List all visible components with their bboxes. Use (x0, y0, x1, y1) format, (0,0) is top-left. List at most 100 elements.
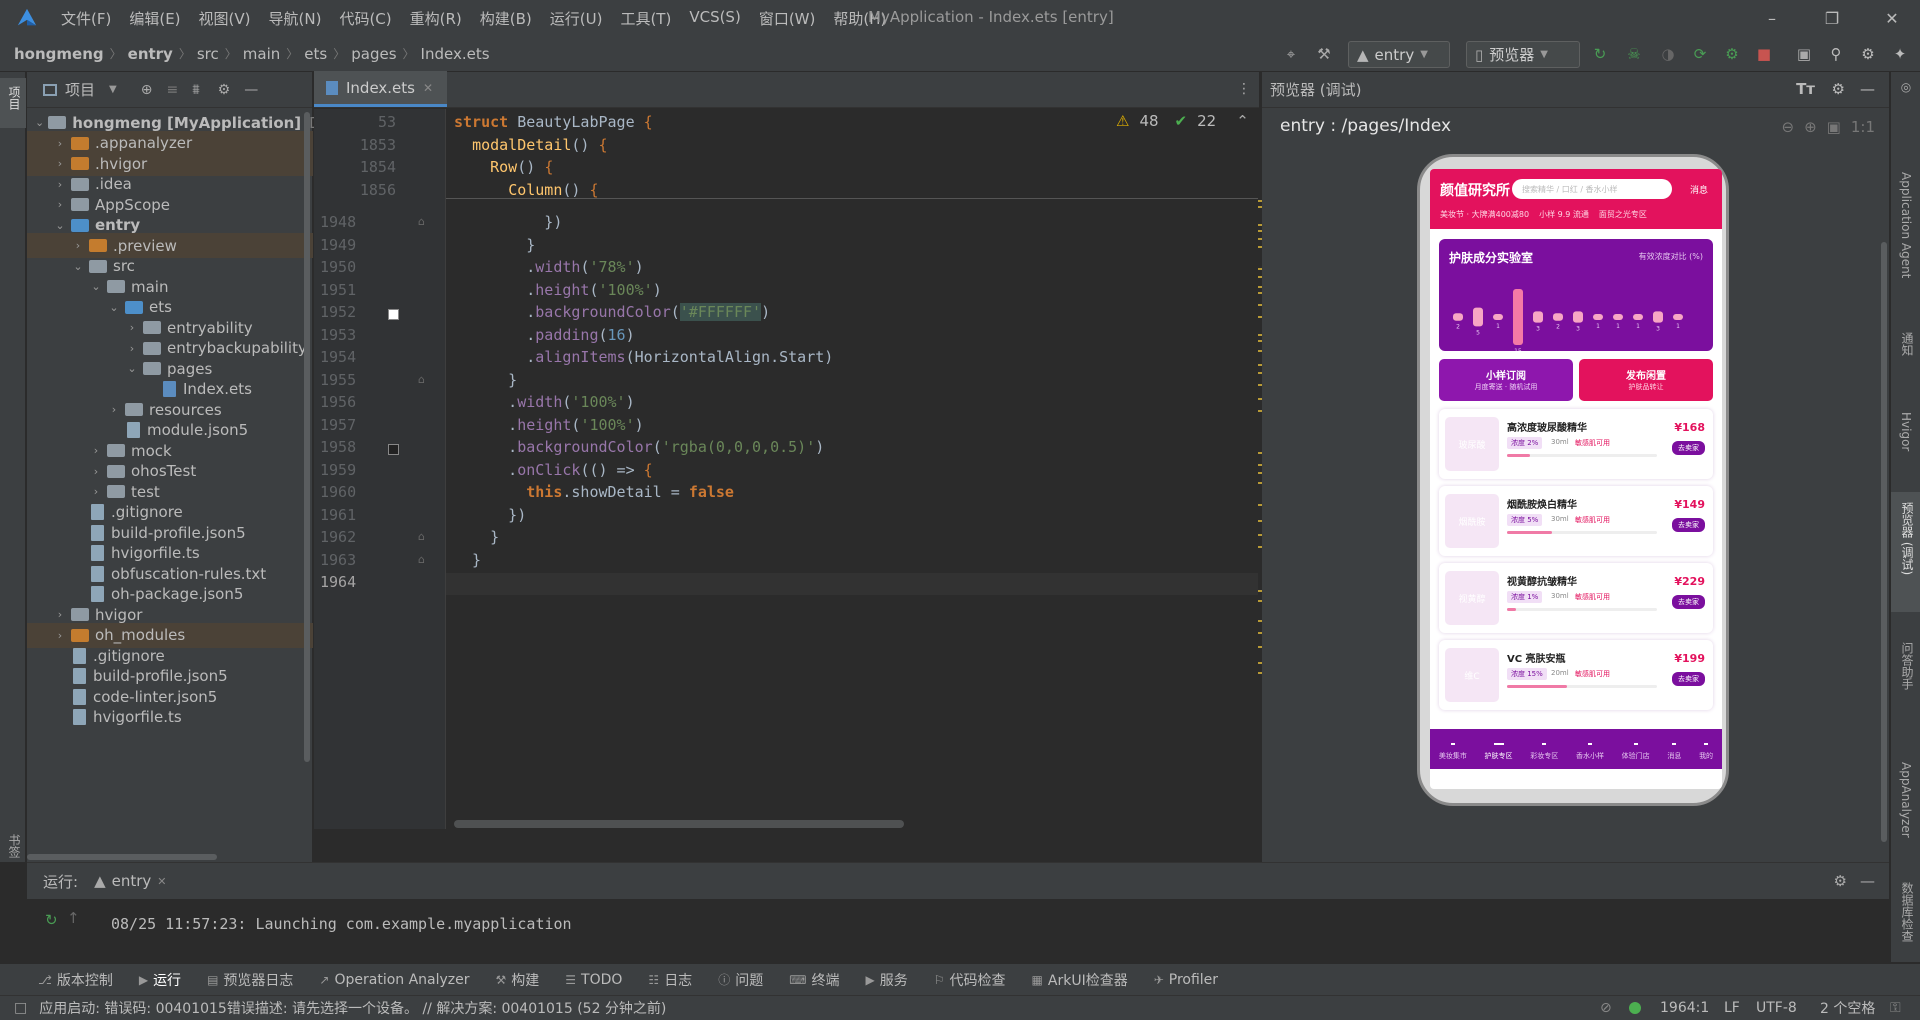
locate-icon[interactable]: ⌖ (1281, 44, 1301, 64)
fold-icon[interactable]: ⌂ (418, 553, 425, 566)
hide-panel-icon[interactable]: — (244, 82, 258, 98)
expand-all-icon[interactable]: ⩩ (192, 82, 199, 98)
code-line[interactable]: modalDetail() { (454, 136, 607, 154)
menu-item[interactable]: 视图(V) (190, 8, 260, 29)
indent-setting[interactable]: 2 个空格 (1820, 998, 1875, 1018)
code-line[interactable]: .backgroundColor('rgba(0,0,0,0.5)') (454, 438, 824, 456)
prev-highlight-icon[interactable]: ⌃ (1236, 112, 1249, 130)
product-card[interactable]: 维C VC 亮肤安瓶 浓度 15% 20ml 敏感肌可用 ¥199 去卖家 (1439, 640, 1713, 710)
file-encoding[interactable]: UTF-8 (1756, 1000, 1797, 1016)
status-message[interactable]: 应用启动: 错误码: 00401015错误描述: 请先选择一个设备。 // 解决… (39, 998, 666, 1018)
product-card[interactable]: 视黄醇 视黄醇抗皱精华 浓度 1% 30ml 敏感肌可用 ¥229 去卖家 (1439, 563, 1713, 633)
fold-icon[interactable]: ⌂ (418, 373, 425, 386)
code-line[interactable]: .onClick(() => { (454, 461, 653, 479)
code-line[interactable]: .height('100%') (454, 281, 661, 299)
one-to-one-icon[interactable]: 1:1 (1851, 118, 1875, 136)
menu-item[interactable]: 导航(N) (260, 8, 331, 29)
breadcrumb-item[interactable]: Index.ets (421, 45, 490, 63)
collapse-all-icon[interactable]: ≡ (166, 82, 178, 98)
code-line[interactable]: .backgroundColor('#FFFFFF') (454, 303, 770, 321)
profile-icon[interactable]: ◑ (1658, 44, 1678, 64)
cursor-position[interactable]: 1964:1 (1660, 1000, 1709, 1016)
readonly-icon[interactable]: ⊘ (1600, 1000, 1612, 1016)
menu-item[interactable]: 重构(R) (401, 8, 471, 29)
tool-window-button[interactable]: ⎇ 版本控制 (38, 970, 113, 990)
close-tab-icon[interactable]: ✕ (423, 81, 433, 95)
run-icon[interactable]: ↻ (1590, 44, 1610, 64)
stop-icon[interactable]: ■ (1754, 44, 1774, 64)
app-tab-item[interactable]: 彩妆专区 (1530, 743, 1558, 761)
module-select[interactable]: ▲ entry ▼ (1348, 41, 1450, 68)
appanalyzer-strip-label[interactable]: AppAnalyzer (1899, 762, 1913, 838)
close-run-tab-icon[interactable]: ✕ (157, 875, 166, 888)
chevron-right-icon[interactable]: › (53, 629, 67, 642)
menu-item[interactable]: 编辑(E) (120, 8, 189, 29)
app-message-link[interactable]: 消息 (1690, 183, 1708, 196)
preview-eye-icon[interactable]: ◎ (1899, 80, 1913, 94)
notifications-strip-label[interactable]: 通知 (1899, 332, 1916, 356)
hammer-icon[interactable]: ⚒ (1314, 44, 1334, 64)
chevron-down-icon[interactable]: ⌄ (89, 280, 103, 293)
device-manager-icon[interactable]: ▣ (1794, 44, 1814, 64)
scroll-up-icon[interactable]: ↑ (67, 909, 80, 927)
sample-subscribe-button[interactable]: 小样订阅 月度寄送 · 随机试用 (1439, 359, 1573, 401)
fit-screen-icon[interactable]: ▣ (1827, 118, 1841, 136)
code-line[interactable]: } (454, 551, 481, 569)
product-card[interactable]: 烟酰胺 烟酰胺焕白精华 浓度 5% 30ml 敏感肌可用 ¥149 去卖家 (1439, 486, 1713, 556)
code-line[interactable] (446, 573, 1258, 595)
breadcrumb-item[interactable]: hongmeng (14, 45, 104, 63)
maximize-button[interactable]: ❐ (1804, 0, 1860, 36)
color-swatch-icon[interactable] (388, 309, 399, 320)
tab-index-ets[interactable]: Index.ets ✕ (314, 71, 448, 107)
editor-hscrollbar[interactable] (454, 820, 904, 828)
tool-window-button[interactable]: ▶ 运行 (139, 970, 181, 990)
app-tab-item[interactable]: 护肤专区 (1485, 743, 1513, 761)
zoom-out-icon[interactable]: ⊖ (1782, 118, 1795, 136)
chevron-down-icon[interactable]: ⌄ (125, 362, 139, 375)
menu-item[interactable]: VCS(S) (680, 8, 749, 29)
breadcrumb-item[interactable]: main (243, 45, 280, 63)
menu-item[interactable]: 窗口(W) (750, 8, 825, 29)
tool-window-button[interactable]: ▦ ArkUI检查器 (1032, 970, 1128, 990)
chevron-right-icon[interactable]: › (89, 465, 103, 478)
app-tab-item[interactable]: 体验门店 (1622, 743, 1650, 761)
line-separator[interactable]: LF (1724, 1000, 1740, 1016)
chevron-down-icon[interactable]: ▼ (109, 84, 117, 95)
breadcrumb-item[interactable]: pages (351, 45, 396, 63)
code-line[interactable]: }) (454, 506, 526, 524)
tool-window-button[interactable]: ☰ TODO (565, 972, 622, 988)
settings-gear-icon[interactable]: ⚙ (1858, 44, 1878, 64)
tree-item[interactable]: hvigorfile.ts (27, 705, 313, 730)
code-line[interactable]: .alignItems(HorizontalAlign.Start) (454, 348, 833, 366)
tool-window-button[interactable]: ⚒ 构建 (496, 970, 540, 990)
product-card[interactable]: 玻尿酸 高浓度玻尿酸精华 浓度 2% 30ml 敏感肌可用 ¥168 去卖家 (1439, 409, 1713, 479)
app-tab-item[interactable]: 美妆集市 (1439, 743, 1467, 761)
app-search-input[interactable]: 搜索精华 / 口红 / 香水小样 (1512, 179, 1672, 199)
close-button[interactable]: ✕ (1864, 0, 1920, 36)
code-line[interactable]: .width('78%') (454, 258, 643, 276)
menu-item[interactable]: 代码(C) (330, 8, 400, 29)
code-line[interactable]: } (454, 236, 535, 254)
database-strip-label[interactable]: 数据库检查 (1899, 882, 1916, 942)
crosshair-icon[interactable]: ⊕ (141, 82, 153, 98)
chevron-right-icon[interactable]: › (53, 178, 67, 191)
run-config-tab[interactable]: entry (112, 872, 152, 890)
app-agent-strip-label[interactable]: Application Agent (1899, 172, 1913, 278)
assistant-icon[interactable]: ✦ (1890, 44, 1910, 64)
chevron-right-icon[interactable]: › (107, 403, 121, 416)
panel-gear-icon[interactable]: ⚙ (218, 82, 231, 98)
code-line[interactable]: } (454, 371, 517, 389)
chevron-right-icon[interactable]: › (89, 485, 103, 498)
more-tabs-icon[interactable]: ⋮ (1229, 71, 1259, 107)
buy-button[interactable]: 去卖家 (1672, 441, 1705, 455)
device-select[interactable]: ▯ 预览器 ▼ (1466, 41, 1580, 68)
chevron-down-icon[interactable]: ⌄ (71, 260, 85, 273)
inspection-widget[interactable]: ⚠48 ✔22 ⌃ ⌄ (1116, 112, 1277, 130)
previewer-hide-icon[interactable]: — (1860, 80, 1875, 98)
app-tab-item[interactable]: 我的 (1699, 743, 1713, 761)
chevron-down-icon[interactable]: ⌄ (35, 116, 44, 129)
breadcrumb-item[interactable]: entry (128, 45, 173, 63)
debug-icon[interactable]: ☠ (1624, 44, 1644, 64)
lock-icon[interactable]: ⚿ (1890, 1000, 1901, 1016)
tree-hscrollbar[interactable] (27, 854, 217, 860)
